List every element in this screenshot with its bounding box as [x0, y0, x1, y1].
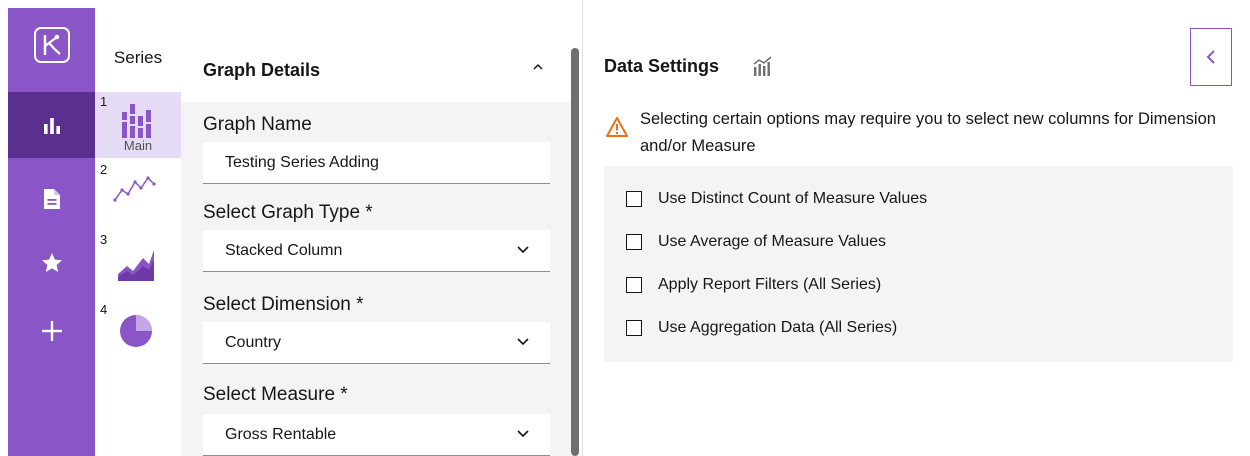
checkbox[interactable] [626, 191, 642, 207]
warning-icon [606, 117, 628, 137]
panel-divider [582, 0, 583, 456]
measure-value: Gross Rentable [225, 425, 337, 443]
nav-item-favorites[interactable] [8, 230, 95, 296]
plus-icon [41, 321, 62, 341]
app-logo-icon [33, 27, 70, 63]
series-number: 1 [100, 94, 108, 109]
chevron-down-icon [517, 430, 529, 438]
star-icon [41, 253, 62, 272]
pie-chart-icon [120, 315, 152, 347]
chevron-left-icon [1206, 50, 1215, 64]
graph-details-header[interactable]: Graph Details [181, 30, 571, 102]
app-logo[interactable] [8, 12, 95, 78]
option-aggregation-data[interactable]: Use Aggregation Data (All Series) [626, 317, 897, 339]
measure-select[interactable]: Gross Rentable [203, 414, 550, 456]
series-number: 4 [100, 302, 108, 317]
option-average[interactable]: Use Average of Measure Values [626, 231, 886, 253]
nav-item-documents[interactable] [8, 166, 95, 232]
graph-name-label: Graph Name [203, 114, 312, 135]
chart-settings-icon [753, 56, 772, 76]
graph-type-label: Select Graph Type * [203, 202, 373, 223]
graph-name-value: Testing Series Adding [225, 153, 379, 171]
checkbox[interactable] [626, 234, 642, 250]
series-item-4[interactable]: 4 [95, 300, 181, 366]
data-settings-title: Data Settings [604, 56, 720, 76]
stacked-column-icon [122, 104, 151, 138]
nav-item-charts[interactable] [8, 92, 95, 158]
option-distinct-count[interactable]: Use Distinct Count of Measure Values [626, 188, 927, 210]
document-icon [43, 189, 60, 209]
series-item-1[interactable]: 1 Main [95, 92, 181, 158]
graph-details-panel: Graph Details Graph Name Testing Series … [181, 8, 571, 456]
chevron-down-icon [517, 246, 529, 254]
dimension-label: Select Dimension * [203, 294, 364, 315]
chevron-up-icon[interactable] [531, 60, 545, 74]
graph-type-value: Stacked Column [225, 241, 343, 259]
series-panel: Series 1 Main 2 3 4 [95, 8, 181, 456]
option-label: Use Distinct Count of Measure Values [658, 190, 928, 207]
data-options-list: Use Distinct Count of Measure Values Use… [604, 166, 1233, 362]
option-label: Apply Report Filters (All Series) [658, 276, 882, 293]
line-chart-icon [113, 176, 156, 202]
area-chart-icon [118, 250, 154, 281]
warning-message: Selecting certain options may require yo… [640, 110, 1216, 155]
graph-type-select[interactable]: Stacked Column [203, 230, 550, 272]
option-report-filters[interactable]: Apply Report Filters (All Series) [626, 274, 881, 296]
nav-item-add[interactable] [8, 298, 95, 364]
option-label: Use Average of Measure Values [658, 233, 886, 250]
series-item-3[interactable]: 3 [95, 230, 181, 296]
dimension-value: Country [225, 333, 282, 351]
series-item-2[interactable]: 2 [95, 160, 181, 226]
collapse-panel-button[interactable] [1190, 28, 1232, 86]
checkbox[interactable] [626, 277, 642, 293]
dimension-select[interactable]: Country [203, 322, 550, 364]
series-number: 3 [100, 232, 108, 247]
graph-name-input[interactable]: Testing Series Adding [203, 142, 550, 184]
measure-label: Select Measure * [203, 384, 348, 405]
details-scrollbar[interactable] [571, 48, 579, 456]
option-label: Use Aggregation Data (All Series) [658, 319, 898, 336]
bar-chart-icon [43, 118, 60, 134]
series-number: 2 [100, 162, 108, 177]
series-title: Series [113, 48, 163, 67]
checkbox[interactable] [626, 320, 642, 336]
nav-rail [8, 8, 95, 456]
graph-details-title: Graph Details [203, 60, 321, 80]
series-label-main: Main [123, 138, 153, 153]
details-top-strip [181, 8, 571, 30]
chevron-down-icon [517, 338, 529, 346]
